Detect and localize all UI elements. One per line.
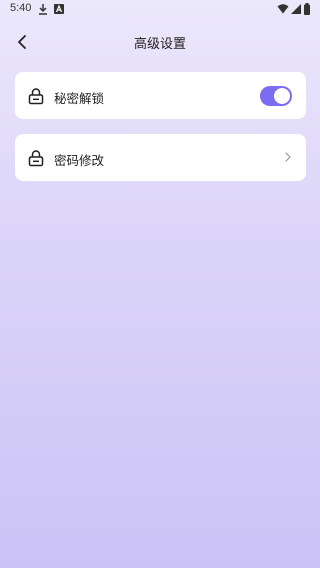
a-box-icon (54, 4, 64, 14)
header: 高级设置 (0, 24, 320, 60)
setting-label: 密码修改 (54, 153, 105, 168)
page-title: 高级设置 (133, 37, 186, 52)
setting-row-secret-unlock[interactable]: 秘密解锁 (15, 72, 306, 119)
secret-unlock-toggle[interactable] (260, 86, 292, 106)
wifi-icon (277, 4, 289, 14)
lock-icon (28, 150, 44, 167)
status-time: 5:40 (10, 2, 32, 14)
chevron-right-icon (285, 152, 291, 162)
status-bar: 5:40 (0, 0, 320, 18)
lock-icon (28, 88, 44, 105)
setting-label: 秘密解锁 (54, 91, 105, 106)
setting-row-change-password[interactable]: 密码修改 (15, 134, 306, 181)
toggle-knob (274, 88, 290, 104)
battery-icon (304, 3, 310, 15)
signal-icon (291, 4, 301, 14)
download-icon (39, 4, 47, 15)
